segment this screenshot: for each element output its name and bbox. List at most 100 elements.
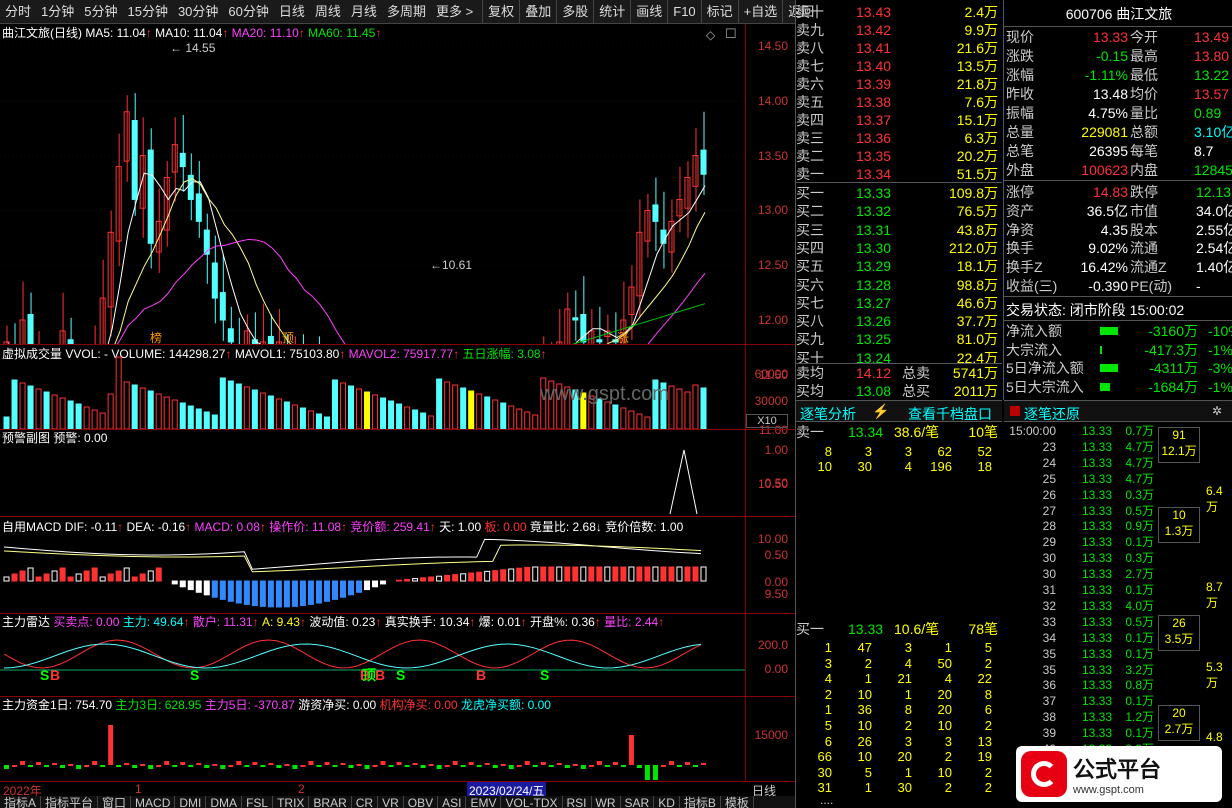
period-tab-0[interactable]: 分时	[0, 0, 36, 24]
ob-label: 买五	[796, 258, 824, 275]
tick-title[interactable]: 逐笔还原	[1024, 404, 1080, 424]
period-tab-9[interactable]: 多周期	[382, 0, 431, 24]
indicator-tab-9[interactable]: CR	[352, 796, 379, 808]
orderbook-buy-row: 买五 13.29 18.1万	[796, 257, 1002, 276]
kline-canvas[interactable]: ← 14.55 ←10.61 榜 预 涨	[0, 24, 745, 344]
fund-canvas[interactable]	[0, 697, 745, 781]
toolbar-btn-7[interactable]: +自选	[737, 0, 783, 24]
ob-price: 13.41	[856, 40, 892, 56]
tick-vol: 0.1万	[1125, 630, 1154, 645]
tick-time: 25	[1042, 471, 1056, 486]
tick-time: 28	[1042, 519, 1056, 534]
toolbar-btn-6[interactable]: 标记	[700, 0, 738, 24]
period-tab-7[interactable]: 周线	[310, 0, 346, 24]
ta-cell: 2	[944, 780, 952, 796]
indicator-tab-7[interactable]: TRIX	[273, 796, 310, 808]
period-tab-10[interactable]: 更多 >	[431, 0, 478, 24]
flow-pct: -1%	[1208, 378, 1232, 395]
period-tab-5[interactable]: 60分钟	[223, 0, 273, 24]
indicator-tab-3[interactable]: MACD	[131, 796, 176, 808]
tick-group-count: 26	[1172, 616, 1186, 630]
toolbar-btn-4[interactable]: 画线	[630, 0, 667, 24]
fund-panel[interactable]: 主力资金1日: 754.70 主力3日: 628.95 主力5日: -370.8…	[0, 697, 795, 781]
ta-cell: 6	[824, 733, 832, 749]
indicator-tab-5[interactable]: DMA	[206, 796, 243, 808]
ta-cell: 5	[864, 764, 872, 780]
indicator-tab-10[interactable]: VR	[378, 796, 404, 808]
quote-value: -0.15	[1096, 48, 1128, 64]
orderbook-buy-row: 买四 13.30 212.0万	[796, 239, 1002, 258]
tab-trade-analysis[interactable]: 逐笔分析	[800, 404, 856, 424]
ta-cell: 4	[824, 671, 832, 687]
indicator-tab-11[interactable]: OBV	[404, 796, 439, 808]
quote-value: 13.33	[1092, 29, 1128, 45]
quote-value: -0.390	[1088, 278, 1128, 294]
indicator-tab-6[interactable]: FSL	[242, 796, 274, 808]
tick-vol: 0.7万	[1125, 424, 1154, 438]
ta-price: 13.33	[848, 621, 884, 637]
lightning-icon[interactable]: ⚡	[872, 403, 889, 420]
indicator-tab-16[interactable]: WR	[592, 796, 621, 808]
diamond-icon[interactable]: ◇	[706, 28, 715, 42]
macd-canvas[interactable]	[0, 517, 745, 613]
quote-label: 总笔	[1006, 143, 1034, 159]
quote-value: 9.02%	[1088, 240, 1128, 257]
gear-icon[interactable]: ✲	[1212, 404, 1222, 418]
ob-vol: 43.8万	[956, 221, 998, 238]
indicator-tab-20[interactable]: 模板	[721, 796, 754, 808]
toolbar-btn-0[interactable]: 复权	[482, 0, 519, 24]
period-tab-8[interactable]: 月线	[346, 0, 382, 24]
period-toolbar: 分时 1分钟 5分钟 15分钟 30分钟 60分钟 日线 周线 月线 多周期 更多 > 复权 叠加 多股…	[0, 0, 814, 24]
tick-group-count: 91	[1172, 428, 1186, 442]
tick-price: 13.33	[1081, 630, 1112, 645]
ta-cell: 2	[984, 655, 992, 671]
indicator-tab-4[interactable]: DMI	[175, 796, 207, 808]
kline-chart[interactable]: 曲江文旅(日线) MA5: 11.04↑ MA10: 11.04↑ MA20: …	[0, 24, 795, 601]
indicator-tab-14[interactable]: VOL-TDX	[501, 796, 563, 808]
indicator-tab-2[interactable]: 窗口	[98, 796, 132, 808]
radar-panel[interactable]: 主力雷达 买卖点: 0.00 主力: 49.64↑ 散户: 11.31↑ A: …	[0, 614, 795, 696]
chart-close-icon[interactable]: ☐	[725, 26, 737, 42]
tick-time: 38	[1042, 710, 1056, 725]
indicator-tab-17[interactable]: SAR	[621, 796, 655, 808]
toolbar-btn-1[interactable]: 叠加	[519, 0, 556, 24]
ob-label: 买均	[796, 383, 824, 399]
period-tab-2[interactable]: 5分钟	[79, 0, 122, 24]
month-1: 1	[135, 782, 142, 796]
orderbook-sell-row: 卖五 13.38 7.6万	[796, 93, 1002, 112]
toolbar-btn-5[interactable]: F10	[667, 0, 700, 24]
period-tab-1[interactable]: 1分钟	[36, 0, 79, 24]
quote-label: 收益(三)	[1006, 278, 1058, 294]
toolbar-btn-2[interactable]: 多股	[556, 0, 593, 24]
tick-group-count: 10	[1172, 508, 1186, 522]
indicator-tab-1[interactable]: 指标平台	[41, 796, 99, 808]
ob-vol: 21.8万	[956, 76, 998, 92]
indicator-tab-19[interactable]: 指标B	[680, 796, 721, 808]
tab-depth-book[interactable]: 查看千档盘口	[908, 404, 992, 424]
period-tab-3[interactable]: 15分钟	[122, 0, 172, 24]
indicator-tab-0[interactable]: 指标A	[0, 796, 42, 808]
ob-price: 13.38	[856, 94, 892, 110]
ta-cell: 5	[984, 640, 992, 655]
vol-axis-30000: 30000	[754, 394, 788, 408]
indicator-tab-13[interactable]: EMV	[466, 796, 502, 808]
macd-panel[interactable]: 自用MACD DIF: -0.11↑ DEA: -0.16↑ MACD: 0.0…	[0, 517, 795, 613]
toolbar-btn-3[interactable]: 统计	[593, 0, 630, 24]
indicator-tab-15[interactable]: RSI	[563, 796, 592, 808]
volume-panel[interactable]: 虚拟成交量 VVOL: - VOLUME: 144298.27↑ MAVOL1:…	[0, 345, 795, 429]
indicator-tab-8[interactable]: BRAR	[309, 796, 352, 808]
indicator-tab-12[interactable]: ASI	[438, 796, 467, 808]
vol-unit: X10	[746, 414, 788, 428]
ob-price: 13.28	[856, 276, 892, 293]
indicator-tab-18[interactable]: KD	[654, 796, 680, 808]
tick-row: 23 13.33 4.7万	[1006, 439, 1166, 455]
radar-canvas[interactable]: S B S B SB B S顶	[0, 614, 745, 696]
period-tab-4[interactable]: 30分钟	[173, 0, 223, 24]
warning-canvas	[669, 449, 698, 515]
warning-panel[interactable]: 预警副图 预警: 0.00 1.00 0.50	[0, 430, 795, 516]
tick-row: 39 13.33 0.1万	[1006, 725, 1166, 741]
quote-row2: 涨停 14.83 跌停 12.13	[1006, 183, 1232, 202]
quote-label: 涨停	[1006, 184, 1034, 200]
period-tab-6[interactable]: 日线	[274, 0, 310, 24]
ta-cell: 1	[824, 702, 832, 718]
